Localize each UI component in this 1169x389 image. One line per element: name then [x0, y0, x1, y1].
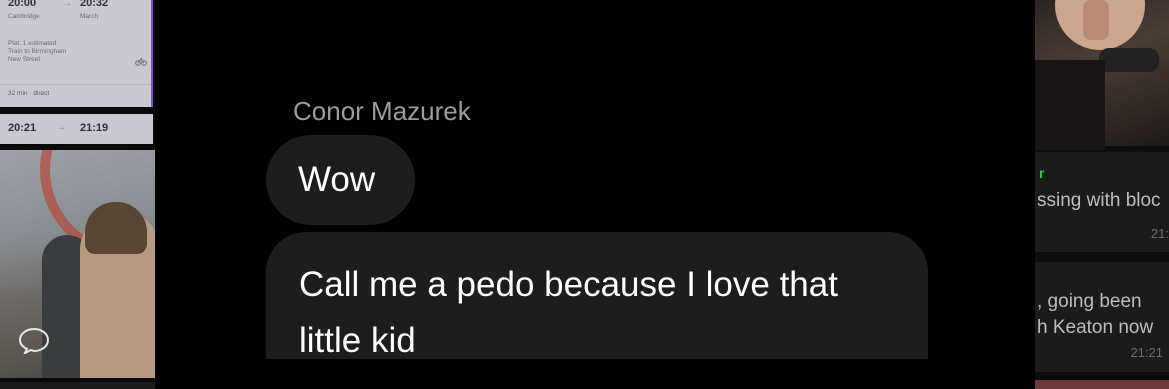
train-destination-line: Train to Birmingham	[8, 48, 67, 55]
depart-time: 20:00	[8, 0, 37, 9]
preview-time: 21:21	[1130, 345, 1163, 360]
depart-time-2: 20:21	[8, 122, 37, 134]
arrow-right-icon: →	[56, 122, 66, 133]
message-preview-card[interactable]: , going been h Keaton now 21:21	[1035, 262, 1169, 372]
photo-person-hair	[85, 202, 147, 254]
left-side-panel: 20:00 → 20:32 Cambridge March Plat. 1 es…	[0, 0, 155, 389]
train-journey-card-2[interactable]: 20:21 → 21:19	[0, 114, 153, 144]
preview-text-line2: h Keaton now	[1037, 317, 1154, 338]
photo-thumbnail[interactable]	[1035, 0, 1169, 150]
depart-station: Cambridge	[8, 13, 40, 20]
right-side-panel: r ssing with bloc 21: , going been h Kea…	[1035, 0, 1169, 389]
train-journey-card[interactable]: 20:00 → 20:32 Cambridge March Plat. 1 es…	[0, 0, 153, 107]
next-item-edge	[0, 382, 155, 389]
chat-area: Conor Mazurek Wow Call me a pedo because…	[155, 0, 1035, 389]
message-bubble[interactable]: Call me a pedo because I love that littl…	[266, 232, 928, 360]
photo-person	[1035, 60, 1105, 150]
bike-icon	[135, 57, 147, 69]
platform-line: Plat. 1 estimated	[8, 40, 57, 47]
arrive-time-2: 21:19	[80, 122, 109, 134]
photo-object	[1099, 48, 1159, 72]
sender-name: Conor Mazurek	[293, 96, 471, 126]
train-destination-line-2: New Street	[8, 56, 41, 63]
selection-accent	[151, 0, 153, 107]
message-text: Call me a pedo because I love that littl…	[299, 265, 838, 360]
chat-bubble-icon[interactable]	[18, 326, 50, 354]
arrive-time: 20:32	[80, 0, 109, 9]
next-item-edge	[1035, 380, 1169, 389]
message-preview-card[interactable]: r ssing with bloc 21:	[1035, 152, 1169, 252]
arrive-station: March	[80, 13, 99, 20]
arrow-right-icon: →	[62, 0, 72, 9]
divider	[0, 84, 153, 85]
journey-summary: 32 min · direct	[8, 90, 50, 97]
preview-time: 21:	[1150, 226, 1169, 241]
preview-text-line1: , going been	[1037, 291, 1142, 312]
message-text: Wow	[298, 160, 376, 199]
message-bubble[interactable]: Wow	[266, 135, 415, 225]
preview-sender: r	[1039, 165, 1045, 181]
photo-thumbnail[interactable]	[0, 150, 155, 378]
photo-hand	[1083, 0, 1109, 40]
preview-text: ssing with bloc	[1037, 190, 1161, 211]
